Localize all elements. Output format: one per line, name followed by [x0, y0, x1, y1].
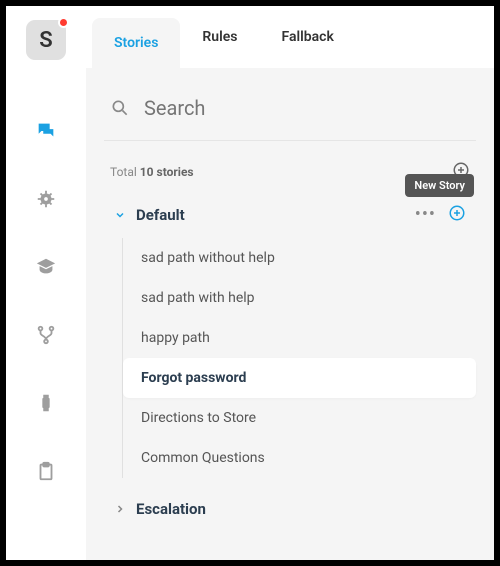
group-title: Default	[136, 206, 415, 224]
sidebar: S	[6, 6, 86, 560]
brain-icon[interactable]	[35, 188, 57, 210]
chevron-right-icon	[114, 503, 126, 515]
group-default-header[interactable]: Default New Story •••	[104, 192, 476, 238]
total-count: 10 stories	[140, 165, 194, 179]
story-item[interactable]: Directions to Store	[123, 398, 476, 438]
tab-label: Rules	[202, 29, 237, 45]
new-story-tooltip: New Story	[405, 174, 474, 197]
story-item[interactable]: happy path	[123, 318, 476, 358]
stories-list: sad path without helpsad path with helph…	[122, 238, 476, 478]
tab-label: Fallback	[281, 29, 333, 45]
education-icon[interactable]	[35, 256, 57, 278]
tab-label: Stories	[114, 35, 158, 51]
clipboard-icon[interactable]	[35, 460, 57, 482]
app-window: S Stories Rules	[6, 6, 494, 560]
search-row	[104, 86, 476, 130]
app-logo[interactable]: S	[26, 20, 66, 60]
story-item[interactable]: sad path with help	[123, 278, 476, 318]
tab-stories[interactable]: Stories	[92, 18, 180, 68]
story-item[interactable]: Common Questions	[123, 438, 476, 478]
chat-icon[interactable]	[35, 120, 57, 142]
tab-bar: Stories Rules Fallback	[86, 6, 494, 68]
main-panel: Stories Rules Fallback Total 10 stories	[86, 6, 494, 560]
fork-icon[interactable]	[35, 324, 57, 346]
add-story-group-icon[interactable]	[448, 204, 466, 226]
chevron-down-icon	[114, 209, 126, 221]
group-title: Escalation	[136, 500, 466, 518]
total-text: Total 10 stories	[110, 165, 194, 179]
total-prefix: Total	[110, 165, 140, 179]
search-icon	[110, 98, 130, 118]
more-icon[interactable]: •••	[415, 206, 436, 224]
logo-letter: S	[39, 28, 52, 53]
divider	[104, 140, 476, 141]
notification-dot	[58, 17, 69, 28]
tab-rules[interactable]: Rules	[180, 6, 259, 68]
group-actions: New Story •••	[415, 204, 466, 226]
tab-fallback[interactable]: Fallback	[259, 6, 355, 68]
story-item[interactable]: Forgot password	[123, 358, 476, 398]
watch-icon[interactable]	[35, 392, 57, 414]
search-input[interactable]	[144, 96, 470, 120]
nav-icons	[35, 120, 57, 482]
story-item[interactable]: sad path without help	[123, 238, 476, 278]
group-escalation-header[interactable]: Escalation	[104, 488, 476, 530]
content-area: Total 10 stories Default New Story •••	[86, 68, 494, 560]
